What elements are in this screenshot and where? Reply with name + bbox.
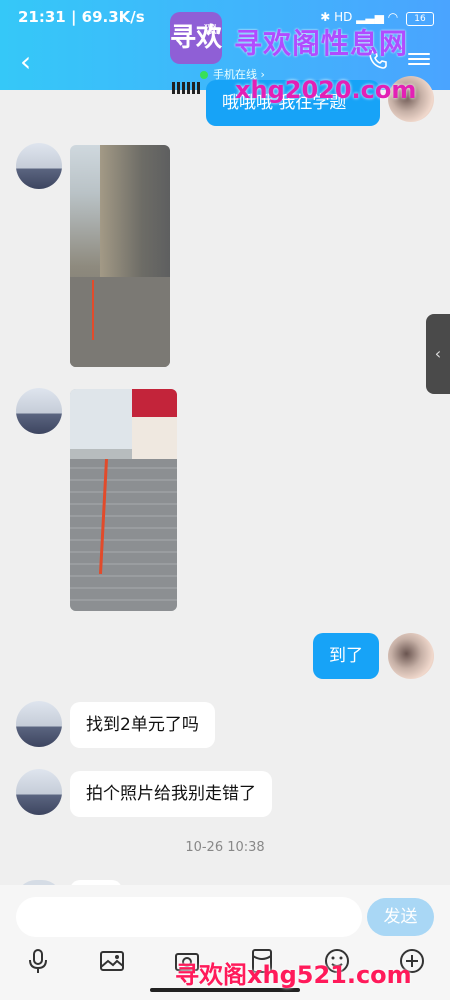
message-input[interactable] bbox=[16, 897, 362, 937]
side-drawer-tab[interactable]: ‹ bbox=[426, 314, 450, 394]
photo-message[interactable] bbox=[70, 145, 170, 367]
watermark-title: 寻欢阁性息网 bbox=[234, 27, 409, 60]
message-bubble-contact[interactable]: 找到2单元了吗 bbox=[70, 702, 215, 748]
avatar-contact[interactable] bbox=[16, 143, 62, 189]
message-bubble-self[interactable]: 到了 bbox=[313, 633, 379, 679]
avatar-contact[interactable] bbox=[16, 701, 62, 747]
message-timestamp: 10-26 10:38 bbox=[185, 840, 265, 855]
logo-sub: XUN HUAN bbox=[204, 24, 221, 36]
microphone-icon[interactable] bbox=[24, 947, 52, 975]
watermark-dots bbox=[172, 82, 200, 94]
avatar-contact[interactable] bbox=[16, 388, 62, 434]
message-bubble-contact[interactable]: 拍个照片给我别走错了 bbox=[70, 771, 272, 817]
image-icon[interactable] bbox=[98, 947, 126, 975]
avatar-self[interactable] bbox=[388, 633, 434, 679]
photo-message[interactable] bbox=[70, 389, 177, 611]
send-button[interactable]: 发送 bbox=[367, 898, 434, 936]
back-button[interactable]: ‹ bbox=[20, 48, 31, 76]
menu-icon[interactable] bbox=[408, 50, 430, 68]
status-time-speed: 21:31 | 69.3K/s bbox=[18, 8, 145, 26]
chevron-left-icon: ‹ bbox=[434, 344, 442, 363]
watermark-domain-bottom: 寻欢阁xhg521.com bbox=[175, 961, 412, 989]
avatar-contact[interactable] bbox=[16, 769, 62, 815]
watermark-domain-top: xhg2020.com bbox=[235, 76, 417, 104]
watermark-logo: 寻欢 XUN HUAN bbox=[170, 12, 222, 64]
battery-icon: 16 bbox=[406, 12, 434, 26]
